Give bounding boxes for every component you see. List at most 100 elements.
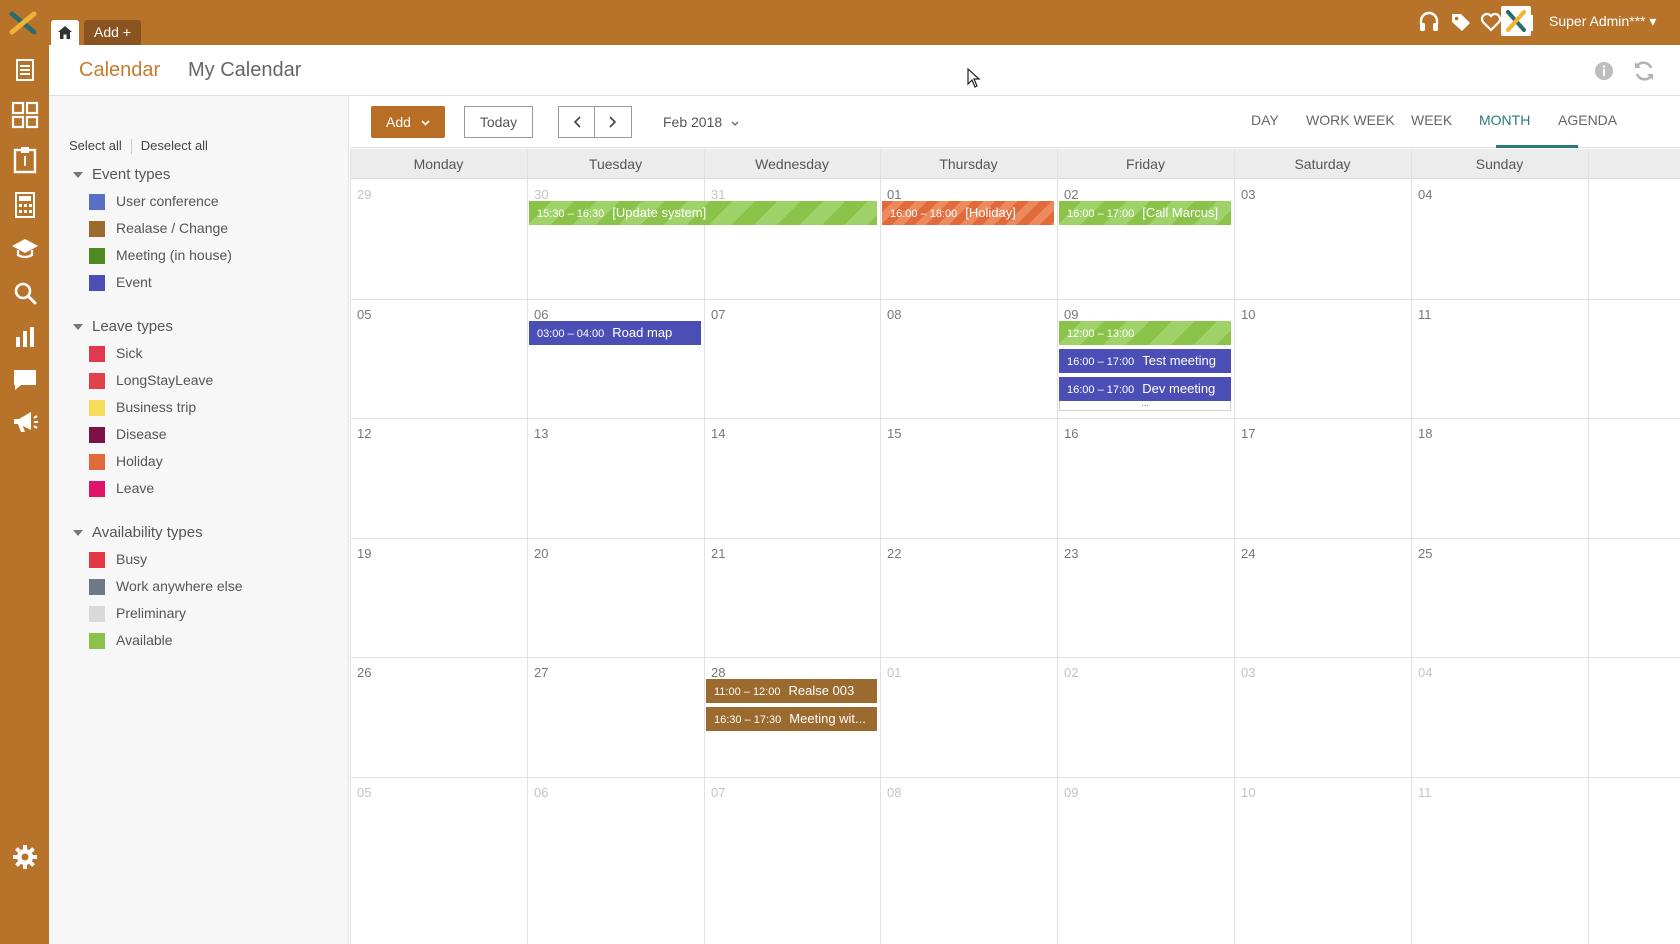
calendar-event[interactable]: 16:00 – 17:00 [Call Marcus] (1059, 201, 1231, 225)
clipboard-icon[interactable] (10, 145, 40, 175)
user-avatar[interactable] (1501, 6, 1531, 36)
legend-group-header[interactable]: Leave types (73, 318, 173, 335)
gear-icon[interactable] (10, 842, 40, 872)
day-number[interactable]: 07 (711, 307, 725, 322)
day-number[interactable]: 08 (887, 307, 901, 322)
legend-item[interactable]: Leave (89, 479, 154, 498)
day-number[interactable]: 02 (1064, 187, 1078, 202)
day-number[interactable]: 17 (1241, 426, 1255, 441)
day-number[interactable]: 01 (887, 665, 901, 680)
day-number[interactable]: 16 (1064, 426, 1078, 441)
legend-item[interactable]: Realase / Change (89, 219, 228, 238)
more-events-indicator[interactable]: ... (1059, 398, 1231, 411)
legend-item[interactable]: Preliminary (89, 604, 186, 623)
day-number[interactable]: 14 (711, 426, 725, 441)
month-picker[interactable]: Feb 2018 (663, 114, 739, 130)
headset-icon[interactable] (1417, 10, 1441, 34)
day-number[interactable]: 12 (357, 426, 371, 441)
day-number[interactable]: 21 (711, 546, 725, 561)
calendar-event[interactable]: 16:00 – 17:00 Test meeting (1059, 348, 1231, 373)
app-logo[interactable] (8, 10, 40, 36)
add-tab-button[interactable]: Add + (84, 20, 141, 45)
tab-my-calendar[interactable]: My Calendar (188, 59, 301, 82)
tab-calendar[interactable]: Calendar (79, 59, 160, 82)
day-number[interactable]: 04 (1418, 665, 1432, 680)
calendar-event[interactable]: 03:00 – 04:00 Road map (529, 320, 701, 345)
select-all-link[interactable]: Select all (69, 138, 122, 153)
calendar-event[interactable]: 16:30 – 17:30 Meeting wit... (706, 707, 877, 731)
day-number[interactable]: 02 (1064, 665, 1078, 680)
tags-icon[interactable] (1449, 10, 1473, 34)
day-number[interactable]: 09 (1064, 307, 1078, 322)
day-number[interactable]: 15 (887, 426, 901, 441)
legend-item[interactable]: Holiday (89, 452, 163, 471)
day-number[interactable]: 11 (1418, 785, 1432, 800)
legend-item[interactable]: Business trip (89, 398, 196, 417)
legend-item[interactable]: User conference (89, 192, 219, 211)
calendar-event[interactable]: 12:00 – 13:00 (1059, 320, 1231, 345)
day-number[interactable]: 01 (887, 187, 901, 202)
view-week-tab[interactable]: WEEK (1411, 112, 1452, 128)
day-number[interactable]: 10 (1241, 785, 1255, 800)
day-number[interactable]: 09 (1064, 785, 1078, 800)
legend-group-header[interactable]: Event types (73, 166, 170, 183)
day-number[interactable]: 30 (534, 187, 548, 202)
day-number[interactable]: 26 (357, 665, 371, 680)
day-number[interactable]: 20 (534, 546, 548, 561)
day-number[interactable]: 03 (1241, 665, 1255, 680)
day-number[interactable]: 27 (534, 665, 548, 680)
calendar-event[interactable]: 16:00 – 18:00 [Holiday] (882, 201, 1054, 225)
graduation-cap-icon[interactable] (10, 233, 40, 263)
dashboard-icon[interactable] (10, 100, 40, 130)
view-day-tab[interactable]: DAY (1251, 112, 1279, 128)
day-number[interactable]: 31 (711, 187, 725, 202)
calculator-icon[interactable] (10, 190, 40, 220)
deselect-all-link[interactable]: Deselect all (141, 138, 208, 153)
legend-item[interactable]: Available (89, 631, 173, 650)
chat-icon[interactable] (10, 365, 40, 395)
day-number[interactable]: 08 (887, 785, 901, 800)
view-agenda-tab[interactable]: AGENDA (1558, 112, 1617, 128)
add-event-button[interactable]: Add (371, 106, 445, 138)
day-number[interactable]: 05 (357, 785, 371, 800)
view-work-week-tab[interactable]: WORK WEEK (1306, 112, 1395, 128)
next-month-button[interactable] (595, 106, 632, 138)
view-month-tab[interactable]: MONTH (1479, 112, 1530, 128)
megaphone-icon[interactable] (10, 407, 40, 437)
day-number[interactable]: 06 (534, 785, 548, 800)
previous-month-button[interactable] (558, 106, 595, 138)
legend-group-header[interactable]: Availability types (73, 524, 203, 541)
document-icon[interactable] (10, 55, 40, 85)
day-number[interactable]: 06 (534, 307, 548, 322)
day-number[interactable]: 04 (1418, 187, 1432, 202)
info-icon[interactable] (1594, 61, 1614, 86)
day-number[interactable]: 18 (1418, 426, 1432, 441)
day-number[interactable]: 13 (534, 426, 548, 441)
heart-icon[interactable] (1479, 10, 1503, 34)
day-number[interactable]: 10 (1241, 307, 1255, 322)
legend-item[interactable]: Work anywhere else (89, 577, 243, 596)
legend-item[interactable]: Busy (89, 550, 147, 569)
legend-item[interactable]: LongStayLeave (89, 371, 213, 390)
calendar-event[interactable]: 16:00 – 17:00 Dev meeting (1059, 376, 1231, 401)
calendar-event[interactable]: 11:00 – 12:00 Realse 003 (706, 679, 877, 703)
user-menu[interactable]: Super Admin*** ▾ (1549, 13, 1656, 30)
day-number[interactable]: 07 (711, 785, 725, 800)
bar-chart-icon[interactable] (10, 322, 40, 352)
legend-item[interactable]: Meeting (in house) (89, 246, 232, 265)
refresh-icon[interactable] (1632, 59, 1656, 88)
day-number[interactable]: 29 (357, 187, 371, 202)
day-number[interactable]: 11 (1418, 307, 1432, 322)
calendar-event[interactable]: 15:30 – 16:30 [Update system] (529, 201, 877, 225)
legend-item[interactable]: Event (89, 273, 152, 292)
legend-item[interactable]: Disease (89, 425, 167, 444)
home-tab[interactable] (51, 20, 79, 45)
day-number[interactable]: 05 (357, 307, 371, 322)
day-number[interactable]: 28 (711, 665, 725, 680)
day-number[interactable]: 22 (887, 546, 901, 561)
day-number[interactable]: 23 (1064, 546, 1078, 561)
search-icon[interactable] (10, 278, 40, 308)
day-number[interactable]: 03 (1241, 187, 1255, 202)
today-button[interactable]: Today (464, 106, 533, 138)
day-number[interactable]: 19 (357, 546, 371, 561)
